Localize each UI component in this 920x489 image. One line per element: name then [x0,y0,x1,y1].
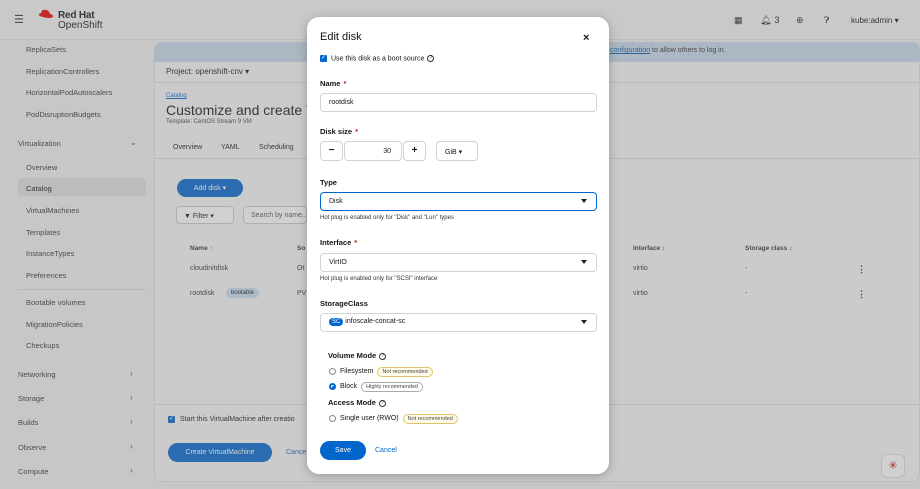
interface-help-text: Hot plug is enabled only for "SCSI" inte… [320,276,438,282]
required-indicator: * [343,79,347,88]
edit-disk-modal: Edit disk × ✓ Use this disk as a boot so… [307,17,609,474]
sc-badge: SC [329,318,344,326]
name-label: Name * [320,79,346,88]
block-radio[interactable] [329,383,336,390]
save-button[interactable]: Save [320,441,366,460]
disk-unit-value: GiB [445,149,457,156]
boot-source-text: Use this disk as a boot source [331,55,425,63]
close-icon[interactable]: × [583,32,589,44]
single-user-radio[interactable] [329,415,336,422]
help-icon[interactable]: ? [379,352,387,360]
storageclass-select[interactable]: SC infoscale-concat-sc [320,313,597,332]
block-label: Block Highly recommended [340,382,424,392]
disk-unit-select[interactable]: GiB ▾ [436,141,478,161]
disk-size-input[interactable]: 30 [344,141,402,161]
filesystem-text: Filesystem [340,368,374,375]
required-indicator: * [354,238,358,247]
type-help-text: Hot plug is enabled only for "Disk" and … [320,215,454,221]
type-value: Disk [329,198,343,205]
block-text: Block [340,383,358,390]
disk-size-label-text: Disk size [320,127,353,136]
modal-cancel-button[interactable]: Cancel [375,447,397,454]
caret-down-icon [581,320,587,324]
access-mode-label: Access Mode? [328,398,386,407]
filesystem-radio[interactable] [329,368,336,375]
interface-select[interactable]: VirtIO [320,253,597,272]
disk-size-label: Disk size * [320,127,358,136]
required-indicator: * [355,127,359,136]
type-select[interactable]: Disk [320,192,597,211]
storageclass-label: StorageClass [320,299,368,308]
volume-mode-label: Volume Mode? [328,351,387,360]
not-recommended-badge: Not recommended [402,414,458,424]
single-user-label: Single user (RWO) Not recommended [340,414,458,424]
storageclass-value: infoscale-concat-sc [345,318,406,325]
interface-label: Interface * [320,238,357,247]
interface-label-text: Interface [320,238,352,247]
type-label: Type [320,178,337,187]
help-icon[interactable]: ? [427,55,435,62]
increment-button[interactable]: + [403,141,426,161]
single-user-text: Single user (RWO) [340,415,399,422]
name-input[interactable]: rootdisk [320,93,597,112]
boot-source-label: Use this disk as a boot source? [331,55,435,63]
caret-down-icon [581,260,587,264]
filesystem-label: Filesystem Not recommended [340,367,433,377]
name-label-text: Name [320,79,341,88]
interface-value: VirtIO [329,259,347,266]
help-icon[interactable]: ? [378,399,386,407]
boot-source-checkbox[interactable]: ✓ [320,55,327,62]
caret-down-icon [581,199,587,203]
modal-title: Edit disk [320,31,362,43]
access-mode-label-text: Access Mode [328,398,376,407]
volume-mode-label-text: Volume Mode [328,351,377,360]
not-recommended-badge: Not recommended [377,367,433,377]
decrement-button[interactable]: − [320,141,343,161]
highly-recommended-badge: Highly recommended [361,382,424,392]
